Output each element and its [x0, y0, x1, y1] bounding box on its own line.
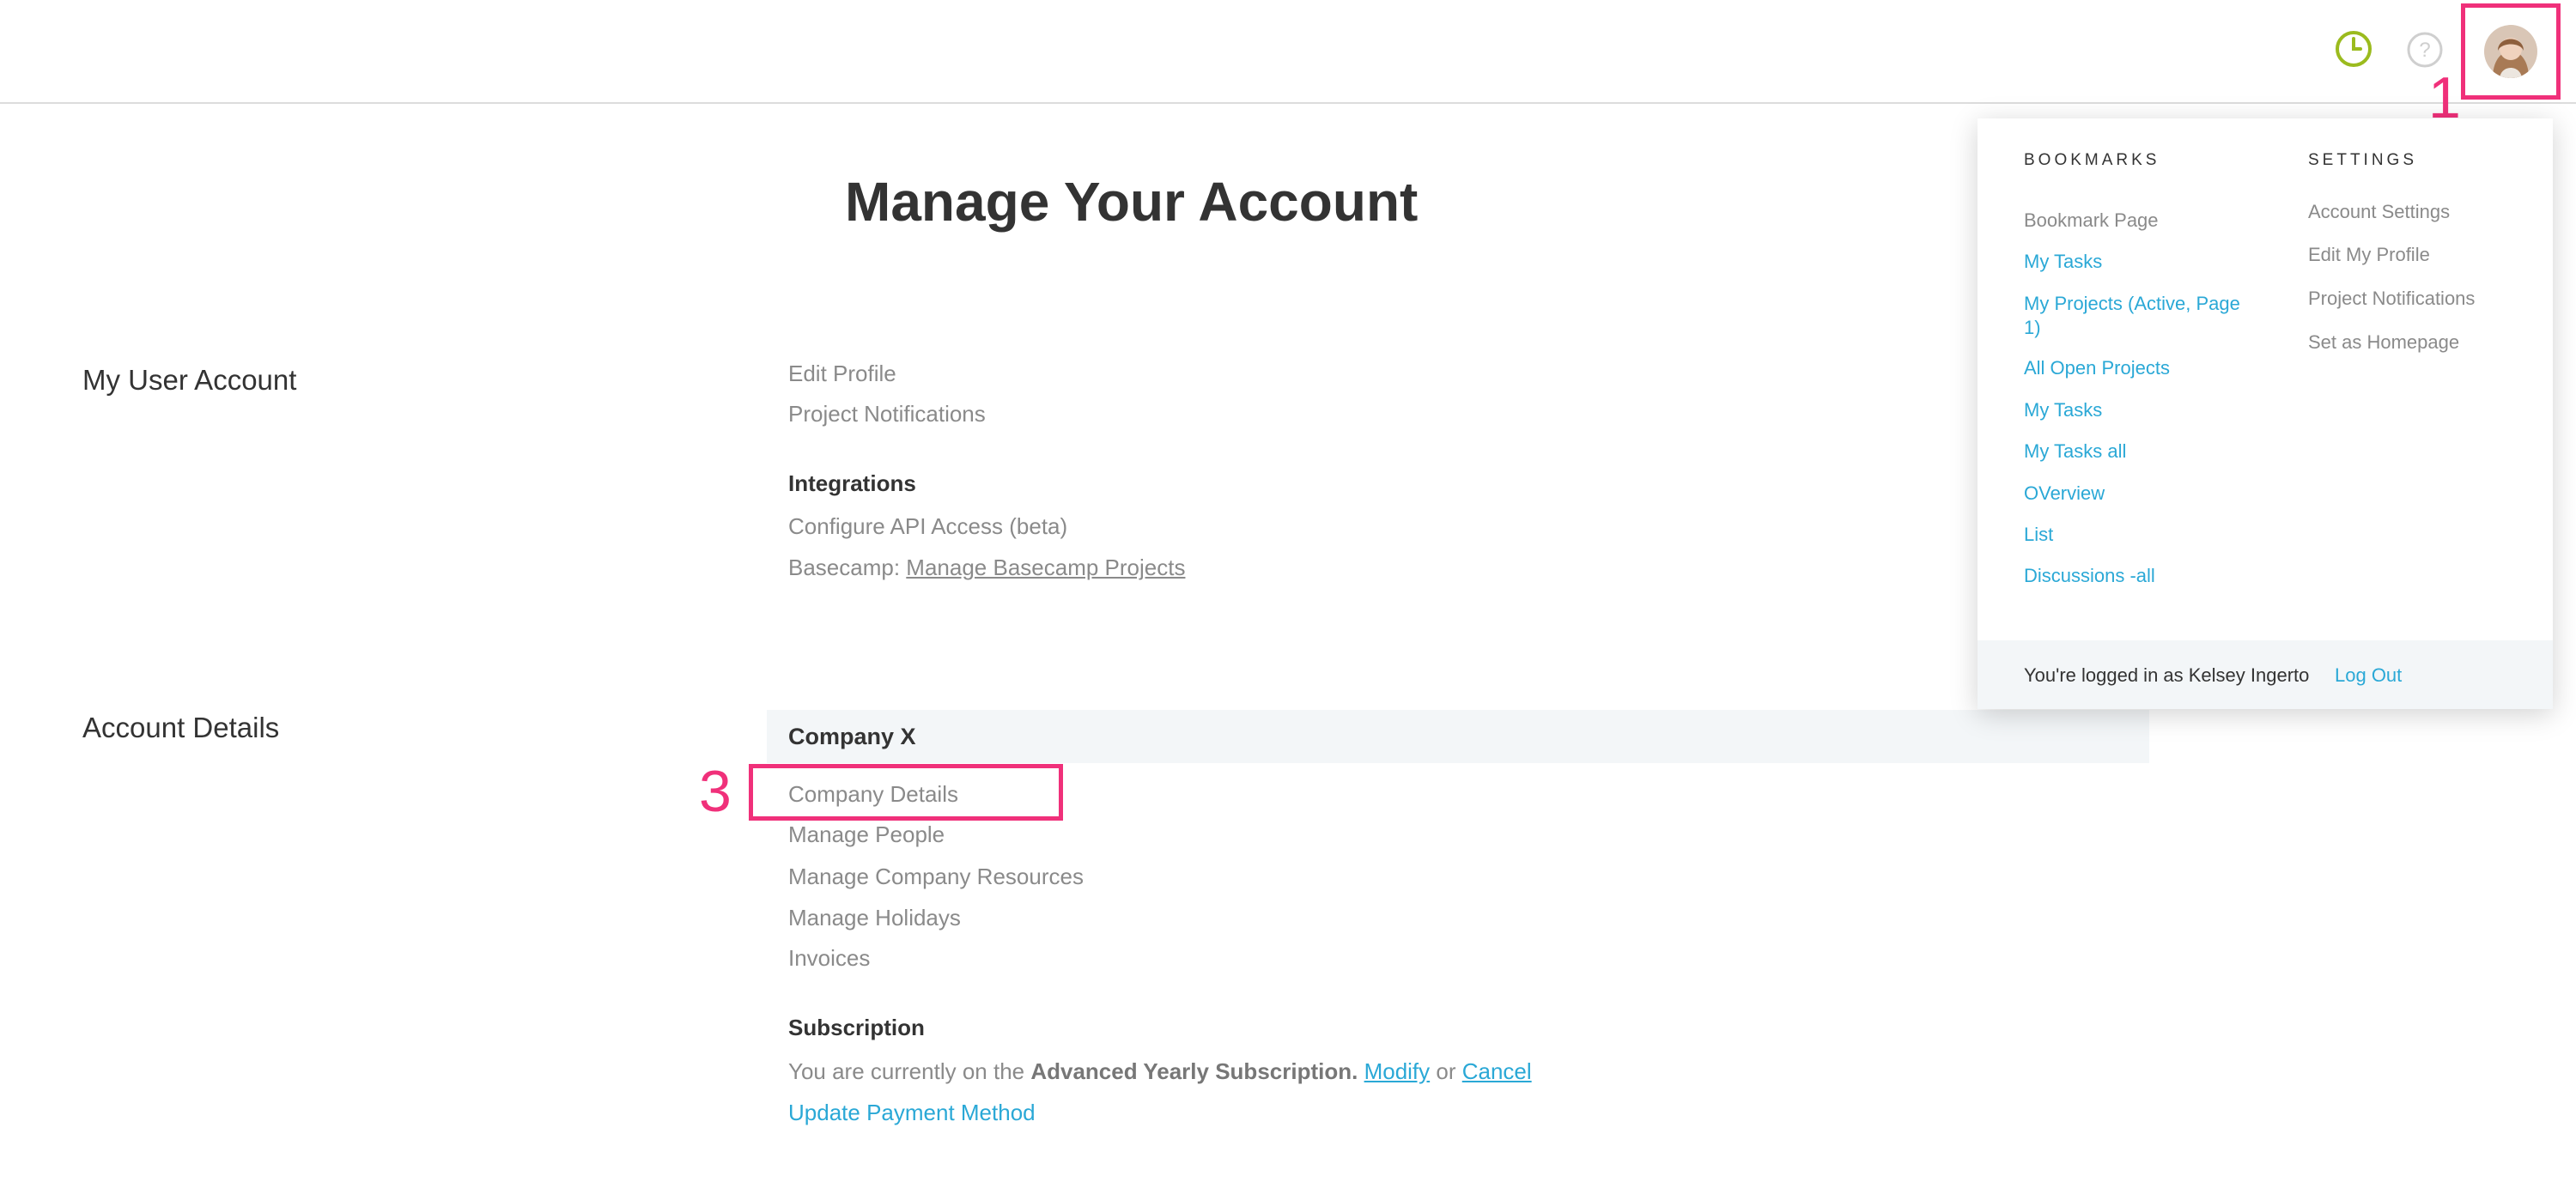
- logout-link[interactable]: Log Out: [2335, 664, 2402, 687]
- top-bar: ?: [0, 0, 2576, 104]
- integrations-heading: Integrations: [788, 470, 916, 496]
- avatar[interactable]: [2484, 25, 2537, 78]
- bookmark-my-projects-cont[interactable]: 1): [2024, 317, 2041, 339]
- company-details-link[interactable]: Company Details: [788, 781, 958, 808]
- settings-project-notifications-link[interactable]: Project Notifications: [2308, 288, 2475, 310]
- edit-profile-link[interactable]: Edit Profile: [788, 361, 896, 387]
- bookmark-my-projects[interactable]: My Projects (Active, Page: [2024, 293, 2240, 315]
- edit-my-profile-link[interactable]: Edit My Profile: [2308, 244, 2430, 266]
- basecamp-row: Basecamp: Manage Basecamp Projects: [788, 555, 1185, 581]
- user-dropdown-menu: BOOKMARKS Bookmark Page My Tasks My Proj…: [1978, 118, 2553, 709]
- logged-in-text: You're logged in as Kelsey Ingerto: [2024, 664, 2310, 686]
- cancel-link[interactable]: Cancel: [1462, 1058, 1532, 1084]
- company-bar: Company X: [767, 710, 2149, 763]
- bookmark-my-tasks[interactable]: My Tasks: [2024, 251, 2102, 273]
- invoices-link[interactable]: Invoices: [788, 945, 870, 972]
- bookmarks-heading: BOOKMARKS: [2024, 151, 2160, 169]
- manage-company-resources-link[interactable]: Manage Company Resources: [788, 864, 1084, 890]
- set-as-homepage-link[interactable]: Set as Homepage: [2308, 331, 2459, 354]
- svg-text:?: ?: [2419, 39, 2430, 62]
- annotation-3: 3: [699, 759, 732, 824]
- manage-basecamp-link[interactable]: Manage Basecamp Projects: [906, 555, 1185, 580]
- account-settings-link[interactable]: Account Settings: [2308, 201, 2450, 223]
- bookmark-all-open-projects[interactable]: All Open Projects: [2024, 357, 2170, 379]
- subscription-heading: Subscription: [788, 1015, 925, 1040]
- help-icon[interactable]: ?: [2406, 31, 2444, 69]
- subscription-prefix: You are currently on the: [788, 1058, 1031, 1084]
- manage-holidays-link[interactable]: Manage Holidays: [788, 905, 961, 931]
- bookmark-page-link[interactable]: Bookmark Page: [2024, 209, 2159, 232]
- or-text: or: [1430, 1058, 1462, 1084]
- settings-heading: SETTINGS: [2308, 151, 2418, 169]
- basecamp-prefix: Basecamp:: [788, 555, 907, 580]
- bookmark-my-tasks-all[interactable]: My Tasks all: [2024, 440, 2126, 463]
- manage-people-link[interactable]: Manage People: [788, 821, 945, 848]
- company-name: Company X: [788, 724, 916, 749]
- clock-icon[interactable]: [2334, 29, 2373, 69]
- my-user-account-label: My User Account: [82, 364, 297, 396]
- dropdown-footer: You're logged in as Kelsey Ingerto Log O…: [1978, 640, 2553, 709]
- subscription-plan: Advanced Yearly Subscription.: [1030, 1058, 1358, 1084]
- avatar-highlight[interactable]: [2461, 3, 2561, 100]
- subscription-row: You are currently on the Advanced Yearly…: [788, 1058, 1532, 1085]
- account-details-label: Account Details: [82, 712, 280, 743]
- update-payment-link[interactable]: Update Payment Method: [788, 1100, 1036, 1126]
- bookmark-list[interactable]: List: [2024, 524, 2053, 546]
- bookmark-my-tasks-2[interactable]: My Tasks: [2024, 399, 2102, 421]
- configure-api-link[interactable]: Configure API Access (beta): [788, 513, 1067, 540]
- bookmark-overview[interactable]: OVerview: [2024, 482, 2105, 505]
- page-title: Manage Your Account: [845, 171, 1419, 233]
- project-notifications-link[interactable]: Project Notifications: [788, 401, 986, 427]
- bookmark-discussions-all[interactable]: Discussions -all: [2024, 565, 2155, 587]
- modify-link[interactable]: Modify: [1364, 1058, 1431, 1084]
